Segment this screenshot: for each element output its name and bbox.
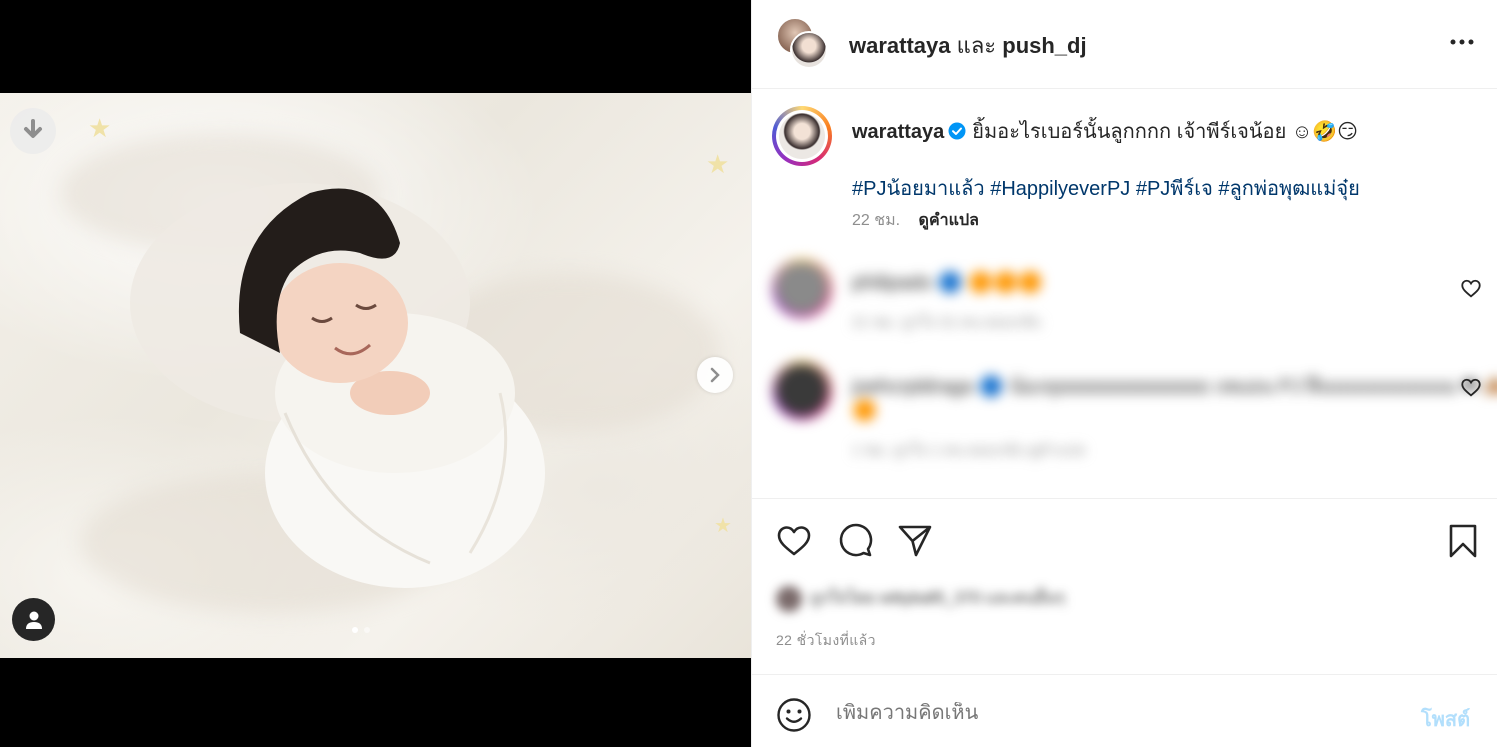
commenter-avatar[interactable] (772, 258, 832, 318)
comment-item: joehcrpldraga 🔵 น้องจุยยยยยยยยยยยยย เหมอ… (772, 360, 1497, 470)
post-timestamp[interactable]: 22 ชั่วโมงที่แล้ว (776, 630, 876, 652)
comment-meta: 21 ชม. ถูกใจ 31 คน ตอบกลับ (852, 314, 1042, 331)
caption-meta: 22 ชม. ดูคำแปล (852, 208, 979, 233)
baby-illustration (130, 183, 545, 588)
carousel-indicator (352, 627, 370, 633)
heart-icon[interactable] (776, 523, 812, 559)
translate-link[interactable]: ดูคำแปล (919, 212, 979, 229)
chevron-right-icon (710, 367, 720, 383)
post-media-pane: ★ ★ ★ (0, 0, 751, 747)
author-link[interactable]: warattaya (849, 33, 951, 58)
and-text: และ (956, 33, 997, 58)
post-photo[interactable]: ★ ★ ★ (0, 93, 751, 658)
likes-text: ถูกใจโดย wittyball5_370 และคนอื่นๆ (810, 590, 1065, 608)
collab-avatars[interactable] (776, 17, 828, 69)
download-button[interactable] (10, 108, 56, 154)
commenter-avatar[interactable] (772, 360, 832, 420)
caption: warattaya ยิ้มอะไรเบอร์นั้นลูกกกก เจ้าพีร… (852, 115, 1358, 147)
avatar (779, 113, 825, 159)
user-icon (25, 611, 42, 629)
emoji-icon[interactable] (776, 697, 812, 733)
caption-username[interactable]: warattaya (852, 121, 944, 143)
send-icon[interactable] (897, 523, 933, 559)
caption-avatar[interactable] (772, 106, 832, 166)
caption-hashtags[interactable]: #PJน้อยมาแล้ว #HappilyeverPJ #PJพีร์เจ #… (852, 172, 1360, 204)
comment-text-continued: 🟠 (852, 400, 877, 422)
bookmark-icon[interactable] (1445, 523, 1481, 559)
more-options-button[interactable] (1447, 30, 1477, 54)
avatar-ring-gap (776, 110, 828, 162)
comment-item: philipado 🔵 🟠🟠🟠 21 ชม. ถูกใจ 31 คน ตอบกล… (772, 258, 1462, 338)
avatar (790, 31, 828, 69)
comment-input[interactable] (836, 702, 1396, 725)
more-horizontal-icon (1450, 39, 1474, 45)
comment-text: philipado 🔵 🟠🟠🟠 (852, 272, 1043, 294)
post-actions (752, 498, 1497, 589)
tagged-users-button[interactable] (12, 598, 55, 641)
likes-summary[interactable]: ถูกใจโดย wittyball5_370 และคนอื่นๆ (776, 586, 1065, 612)
comment-composer: โพสต์ (752, 674, 1497, 748)
post-comment-button[interactable]: โพสต์ (1421, 703, 1470, 735)
carousel-dot (364, 627, 370, 633)
post-header: warattaya และ push_dj (752, 0, 1497, 89)
author-link[interactable]: push_dj (1002, 33, 1086, 58)
verified-badge-icon (948, 122, 966, 140)
avatar (776, 586, 802, 612)
avatar (776, 364, 828, 416)
comment-like-heart-icon[interactable] (1460, 377, 1482, 399)
comment-text: joehcrpldraga 🔵 น้องจุยยยยยยยยยยยยย เหมอ… (852, 376, 1497, 398)
carousel-dot-active (352, 627, 358, 633)
caption-text: ยิ้มอะไรเบอร์นั้นลูกกกก เจ้าพีร์เจน้อย ☺… (972, 121, 1359, 143)
avatar (776, 262, 828, 314)
next-image-button[interactable] (697, 357, 733, 393)
download-icon (24, 119, 42, 138)
comment-meta: 1 ชม. ถูกใจ 1 คน ตอบกลับ ดูคำแปล (852, 442, 1086, 459)
comment-icon[interactable] (837, 523, 873, 559)
caption-time: 22 ชม. (852, 212, 901, 229)
comment-like-heart-icon[interactable] (1460, 278, 1482, 300)
post-authors: warattaya และ push_dj (849, 28, 1087, 63)
post-sidebar: warattaya และ push_dj warattaya ยิ้มอะไรเ… (751, 0, 1497, 747)
